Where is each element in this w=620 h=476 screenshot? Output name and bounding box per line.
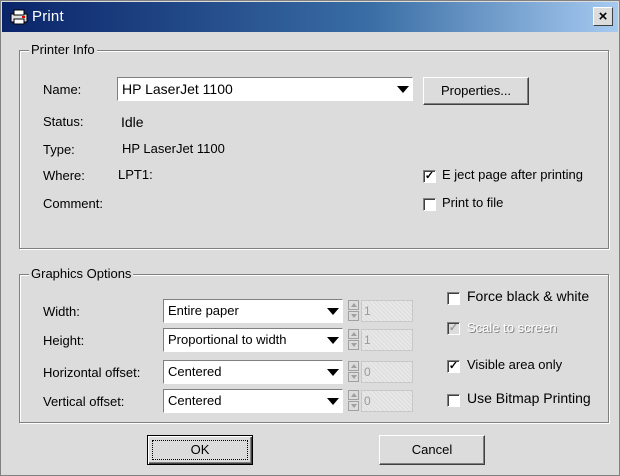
checkmark-icon: ✓	[424, 170, 435, 182]
width-select[interactable]: Entire paper	[163, 299, 343, 323]
height-spinner[interactable]	[348, 329, 359, 351]
chevron-down-icon[interactable]	[392, 78, 412, 100]
graphics-options-legend: Graphics Options	[29, 266, 134, 282]
width-number-value: 1	[364, 304, 371, 318]
eject-page-label[interactable]: E ject page after printing	[442, 167, 583, 182]
vertical-offset-spinner[interactable]	[348, 390, 359, 412]
vertical-offset-label: Vertical offset:	[43, 394, 125, 409]
where-label: Where:	[43, 168, 85, 183]
visible-area-only-label[interactable]: Visible area only	[467, 357, 562, 372]
printer-info-legend: Printer Info	[29, 42, 97, 58]
vertical-offset-number-field: 0	[361, 390, 413, 412]
chevron-down-icon[interactable]	[322, 329, 342, 351]
force-black-white-label[interactable]: Force black & white	[467, 288, 589, 304]
height-number-value: 1	[364, 333, 371, 347]
chevron-down-icon[interactable]	[322, 300, 342, 322]
graphics-options-group: Graphics Options Width: Entire paper 1 H…	[19, 266, 609, 423]
comment-label: Comment:	[43, 196, 103, 211]
width-label: Width:	[43, 304, 80, 319]
status-value: Idle	[121, 114, 144, 130]
horizontal-offset-label: Horizontal offset:	[43, 365, 141, 380]
chevron-down-icon[interactable]	[322, 390, 342, 412]
force-black-white-checkbox[interactable]	[447, 292, 460, 305]
chevron-down-icon[interactable]	[322, 361, 342, 383]
printer-name-select[interactable]: HP LaserJet 1100	[117, 77, 413, 101]
window-title: Print	[32, 8, 64, 25]
use-bitmap-printing-checkbox[interactable]	[447, 394, 460, 407]
close-icon: ×	[598, 8, 608, 25]
horizontal-offset-spinner[interactable]	[348, 361, 359, 383]
horizontal-offset-number-field: 0	[361, 361, 413, 383]
name-label: Name:	[43, 82, 82, 97]
print-dialog: Print × Printer Info Name: HP LaserJet 1…	[0, 0, 620, 476]
height-select[interactable]: Proportional to width	[163, 328, 343, 352]
cancel-button-label: Cancel	[411, 442, 453, 457]
height-value: Proportional to width	[168, 332, 287, 347]
height-label: Height:	[43, 333, 85, 348]
print-to-file-checkbox[interactable]	[423, 198, 436, 211]
horizontal-offset-number-value: 0	[364, 365, 371, 379]
checkmark-icon: ✓	[448, 322, 459, 334]
where-value: LPT1:	[118, 167, 153, 182]
checkmark-icon: ✓	[448, 360, 459, 372]
vertical-offset-select[interactable]: Centered	[163, 389, 343, 413]
scale-to-screen-label: Scale to screen	[467, 320, 557, 335]
print-to-file-label[interactable]: Print to file	[442, 195, 503, 210]
cancel-button[interactable]: Cancel	[379, 435, 485, 465]
use-bitmap-printing-label[interactable]: Use Bitmap Printing	[467, 390, 591, 406]
vertical-offset-value: Centered	[168, 393, 222, 408]
close-button[interactable]: ×	[593, 7, 613, 26]
width-number-field: 1	[361, 300, 413, 322]
width-value: Entire paper	[168, 303, 239, 318]
printer-icon	[10, 9, 28, 25]
printer-name-value: HP LaserJet 1100	[122, 81, 233, 97]
type-value: HP LaserJet 1100	[122, 141, 225, 156]
vertical-offset-number-value: 0	[364, 394, 371, 408]
title-bar[interactable]: Print ×	[2, 2, 618, 32]
scale-to-screen-checkbox: ✓	[447, 322, 460, 335]
ok-button[interactable]: OK	[147, 435, 253, 465]
horizontal-offset-value: Centered	[168, 364, 222, 379]
printer-info-group: Printer Info Name: HP LaserJet 1100 Prop…	[19, 42, 609, 249]
horizontal-offset-select[interactable]: Centered	[163, 360, 343, 384]
eject-page-checkbox[interactable]: ✓	[423, 170, 436, 183]
width-spinner[interactable]	[348, 300, 359, 322]
visible-area-only-checkbox[interactable]: ✓	[447, 360, 460, 373]
type-label: Type:	[43, 142, 75, 157]
ok-button-label: OK	[190, 442, 210, 457]
height-number-field: 1	[361, 329, 413, 351]
status-label: Status:	[43, 114, 84, 129]
properties-button-label: Properties...	[440, 83, 512, 98]
properties-button[interactable]: Properties...	[423, 77, 529, 105]
